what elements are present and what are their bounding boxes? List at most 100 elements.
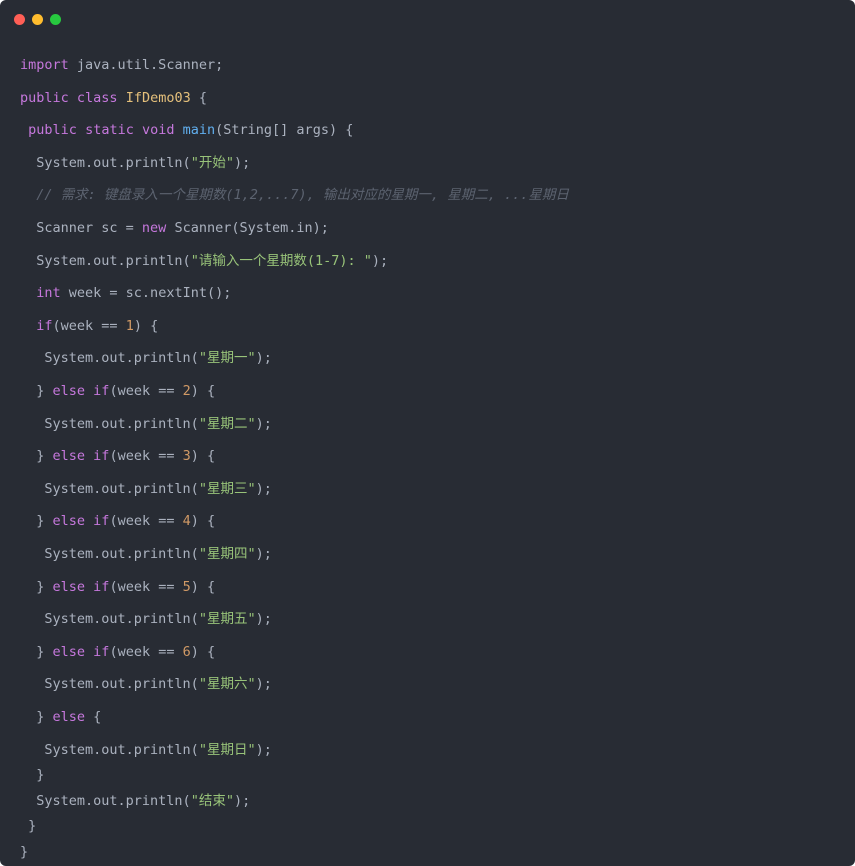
code-token-string: "结束"	[190, 792, 234, 809]
code-token-plain: );	[255, 611, 272, 628]
code-token-plain: (week ==	[109, 448, 183, 465]
code-token-keyword: void	[141, 122, 175, 139]
code-token-string: "星期六"	[198, 676, 256, 693]
code-token-number: 3	[182, 448, 191, 465]
code-token-plain: System.out.println(	[20, 480, 199, 497]
code-token-plain: ) {	[190, 383, 216, 399]
code-token-plain: }	[20, 448, 53, 465]
code-token-plain: (week ==	[52, 317, 126, 334]
code-line: System.out.println("星期一");	[20, 349, 272, 367]
code-line: } else if(week == 3) {	[20, 447, 215, 465]
code-token-string: "开始"	[190, 154, 234, 171]
code-token-plain: System.out.println(	[20, 676, 199, 693]
code-line: int week = sc.nextInt();	[20, 284, 231, 302]
code-token-plain: (week ==	[109, 578, 183, 595]
code-token-plain: }	[20, 767, 45, 784]
code-token-keyword: new	[141, 220, 167, 236]
code-line: System.out.println("开始");	[20, 154, 250, 172]
code-token-function: main	[182, 122, 216, 139]
code-token-plain: System.out.println(	[20, 154, 191, 171]
code-token-plain: {	[190, 89, 207, 106]
code-line: } else if(week == 2) {	[20, 382, 215, 400]
code-token-plain: (week ==	[109, 513, 183, 530]
code-token-keyword: if	[93, 643, 110, 660]
code-token-string: "星期三"	[198, 480, 256, 497]
code-token-number: 6	[182, 643, 191, 660]
code-token-string: "星期二"	[198, 415, 256, 432]
code-line: } else if(week == 4) {	[20, 512, 215, 530]
code-token-plain: System.out.println(	[20, 415, 199, 432]
code-line: if(week == 1) {	[20, 317, 158, 335]
code-token-plain: }	[20, 643, 53, 660]
code-line: import java.util.Scanner;	[20, 56, 223, 74]
code-token-plain: java.util.Scanner;	[68, 57, 224, 73]
code-token-keyword: else	[52, 513, 86, 530]
code-token-plain: );	[233, 792, 251, 809]
code-line: }	[20, 766, 44, 784]
code-token-keyword: if	[93, 383, 110, 399]
code-line: System.out.println("星期四");	[20, 545, 271, 563]
code-token-plain: );	[255, 350, 272, 367]
code-window: import java.util.Scanner; public class If…	[0, 0, 855, 866]
code-token-plain: week = sc.nextInt();	[60, 285, 232, 302]
code-token-comment: // 需求: 键盘录入一个星期数(1,2,...7), 输出对应的星期一, 星期…	[36, 187, 569, 204]
code-token-plain: (String[] args) {	[215, 122, 354, 139]
code-line: }	[20, 817, 36, 835]
code-token-keyword: else	[52, 383, 86, 399]
code-token-keyword: class	[76, 89, 118, 106]
code-token-plain: ) {	[190, 578, 216, 595]
code-line: } else if(week == 5) {	[20, 578, 215, 596]
code-token-plain: System.out.println(	[20, 741, 199, 758]
code-token-plain: }	[20, 578, 53, 595]
code-token-plain: }	[20, 843, 29, 860]
code-token-plain: );	[255, 676, 272, 693]
code-token-keyword: static	[85, 122, 134, 139]
code-token-plain: );	[255, 480, 272, 497]
code-token-plain: ) {	[190, 513, 216, 530]
code-line: System.out.println("星期日");	[20, 741, 272, 759]
code-line: System.out.println("星期三");	[20, 480, 272, 498]
code-line: System.out.println("请输入一个星期数(1-7): ");	[20, 252, 388, 270]
code-token-plain: (week ==	[109, 643, 183, 660]
code-token-string: "星期五"	[198, 611, 256, 628]
code-token-plain: ) {	[190, 448, 216, 465]
code-token-keyword: else	[52, 448, 86, 465]
code-line: public static void main(String[] args) {	[20, 121, 353, 139]
code-token-plain: );	[233, 154, 251, 171]
code-token-plain: }	[20, 383, 53, 399]
code-token-keyword: public	[28, 122, 77, 139]
code-token-string: "请输入一个星期数(1-7): "	[190, 252, 372, 269]
code-token-plain: System.out.println(	[20, 611, 199, 628]
code-token-keyword: if	[36, 317, 53, 334]
code-token-plain: System.out.println(	[20, 546, 199, 562]
code-token-number: 4	[182, 513, 191, 530]
code-token-keyword: else	[52, 578, 86, 595]
code-line: System.out.println("星期五");	[20, 610, 272, 628]
code-token-keyword: if	[93, 513, 110, 530]
code-token-type: IfDemo03	[125, 89, 191, 106]
code-token-number: 1	[125, 317, 134, 334]
code-line: Scanner sc = new Scanner(System.in);	[20, 219, 329, 237]
code-token-plain: Scanner sc =	[20, 220, 142, 236]
code-token-keyword: else	[52, 643, 86, 660]
code-token-plain: }	[20, 513, 53, 530]
code-token-keyword: int	[36, 285, 61, 302]
code-token-number: 5	[182, 578, 191, 595]
code-token-string: "星期一"	[198, 350, 256, 367]
code-token-plain: );	[255, 741, 272, 758]
code-line: System.out.println("星期二");	[20, 415, 271, 433]
